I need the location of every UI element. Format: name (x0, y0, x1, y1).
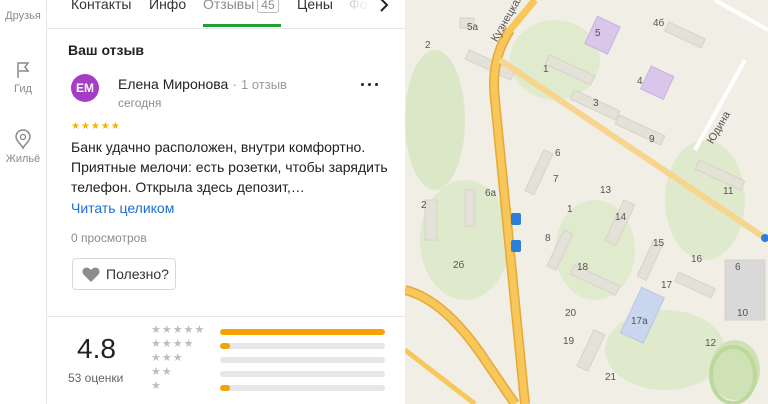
building-number: 6 (735, 262, 741, 273)
rail-item-housing[interactable]: Жильё (0, 128, 46, 165)
building-number: 2 (425, 40, 431, 51)
distribution-bar (220, 371, 385, 377)
distribution-bar (220, 329, 385, 335)
separator-dot: · (232, 76, 238, 92)
building-number: 1 (567, 204, 573, 215)
building-number: 3 (593, 98, 599, 109)
map[interactable]: Кузнецкая Юдина 5а 2 4б 5 1 4 3 9 6 7 6а… (405, 0, 768, 404)
building-number: 7 (553, 174, 559, 185)
avatar[interactable]: ЕМ (71, 74, 99, 102)
building-number: 9 (649, 134, 655, 145)
building-number: 2 (421, 200, 427, 211)
building-number: 12 (705, 338, 717, 349)
rating-distribution-row: ★★ (151, 366, 391, 380)
tab-label: Отзывы (203, 0, 255, 12)
tab-contacts[interactable]: Контакты (71, 0, 131, 12)
building-number: 8 (545, 233, 551, 244)
distribution-bar-fill (220, 385, 230, 391)
building-number: 5а (467, 22, 479, 33)
building-number: 14 (615, 212, 627, 223)
rail-item-guide[interactable]: Гид (0, 60, 46, 95)
divider (47, 316, 405, 317)
building-number: 11 (723, 186, 734, 197)
views-count: 0 просмотров (71, 231, 147, 245)
distribution-bar (220, 343, 385, 349)
building-number: 1 (543, 64, 549, 75)
review-author: Елена Миронова · 1 отзыв (118, 76, 287, 92)
tab-bar: Контакты Инфо Отзывы45 Цены Фо (47, 0, 405, 29)
useful-label: Полезно? (106, 266, 169, 282)
distribution-stars: ★★ (151, 366, 173, 378)
building-number: 10 (737, 308, 749, 319)
heart-icon (82, 267, 100, 282)
building-number: 19 (563, 336, 575, 347)
tab-info[interactable]: Инфо (149, 0, 186, 12)
building-number: 2б (453, 260, 465, 271)
review-text: Банк удачно расположен, внутри комфортно… (71, 139, 388, 195)
building-number: 6 (555, 148, 561, 159)
building-number: 17 (661, 280, 673, 291)
active-tab-indicator (203, 24, 281, 27)
section-title: Ваш отзыв (68, 42, 145, 58)
rating-value: 4.8 (77, 333, 116, 364)
org-panel: Контакты Инфо Отзывы45 Цены Фо Ваш отзыв… (47, 0, 405, 404)
reviews-count-badge: 45 (257, 0, 279, 13)
review-stars: ★★★★★ (71, 121, 121, 132)
distribution-bar (220, 385, 385, 391)
distribution-stars: ★★★ (151, 352, 184, 364)
rail-item-label: Друзья (5, 10, 41, 22)
left-rail: Друзья Гид Жильё (0, 0, 47, 404)
building-number: 6а (485, 188, 497, 199)
rail-item-label: Гид (14, 83, 32, 95)
review-date: сегодня (118, 96, 162, 110)
distribution-stars: ★ (151, 380, 162, 392)
tab-fade (347, 0, 371, 28)
distribution-bar-fill (220, 343, 230, 349)
rating-distribution-row: ★★★ (151, 352, 391, 366)
rating-count: 53 оценки (68, 371, 124, 385)
author-review-count: 1 отзыв (241, 77, 287, 92)
rail-item-label: Жильё (5, 153, 41, 165)
useful-button[interactable]: Полезно? (72, 258, 176, 290)
building-number: 18 (577, 262, 589, 273)
building-number: 13 (600, 185, 612, 196)
chevron-right-icon[interactable] (379, 0, 389, 17)
building-number: 5 (595, 28, 601, 39)
more-options-icon[interactable] (359, 78, 381, 90)
building-number: 4б (653, 18, 665, 29)
rating-distribution-row: ★ (151, 380, 391, 394)
author-name[interactable]: Елена Миронова (118, 76, 228, 92)
distribution-stars: ★★★★ (151, 338, 195, 350)
flag-icon (17, 62, 30, 78)
distribution-bar-fill (220, 329, 385, 335)
tab-reviews[interactable]: Отзывы 45 (203, 0, 279, 13)
read-more-link[interactable]: Читать целиком (71, 200, 174, 216)
building-number: 4 (637, 76, 643, 87)
rail-item-friends[interactable]: Друзья (0, 10, 46, 22)
building-number: 20 (565, 308, 577, 319)
distribution-stars: ★★★★★ (151, 324, 206, 336)
distribution-bar (220, 357, 385, 363)
building-number: 15 (653, 238, 665, 249)
tab-prices[interactable]: Цены (297, 0, 333, 12)
building-number: 16 (691, 254, 703, 265)
rating-distribution-row: ★★★★ (151, 338, 391, 352)
housing-icon (15, 129, 31, 150)
building-number: 17а (631, 316, 648, 327)
building-number: 21 (605, 372, 617, 383)
